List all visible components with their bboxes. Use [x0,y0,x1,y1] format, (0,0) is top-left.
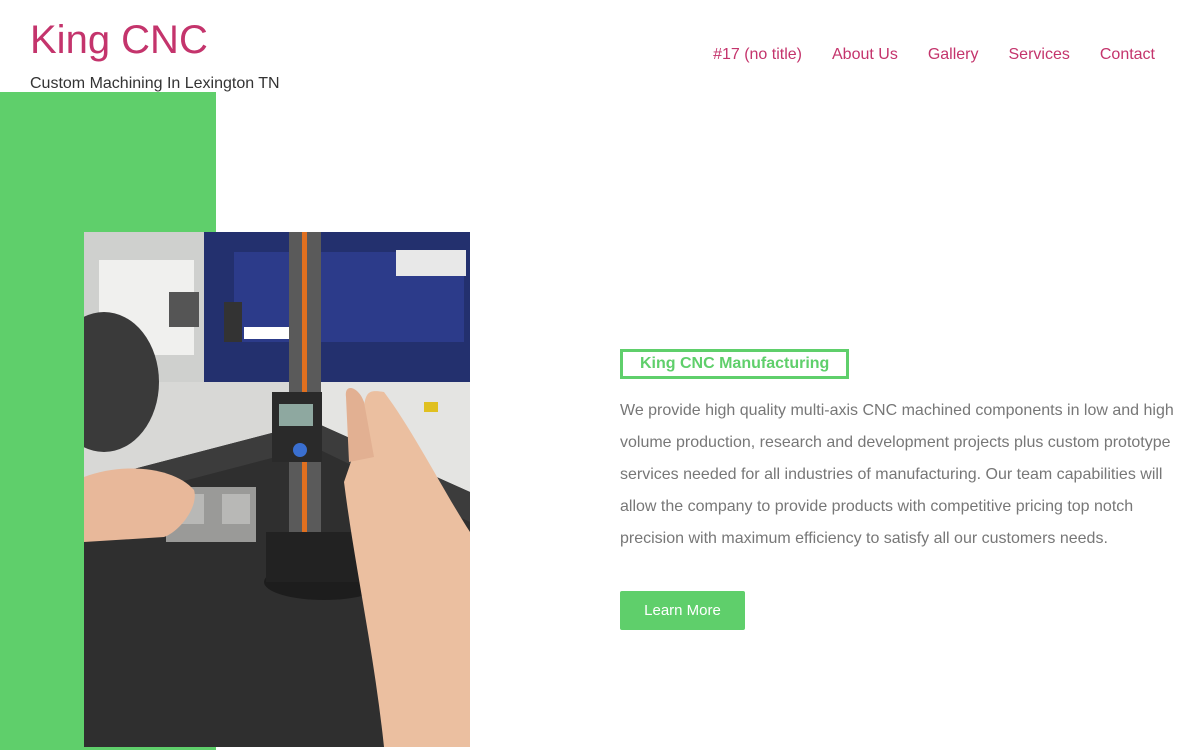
hero-heading: King CNC Manufacturing [620,349,850,379]
learn-more-button[interactable]: Learn More [620,591,745,630]
nav-item-services[interactable]: Services [1009,45,1070,65]
nav-item-untitled[interactable]: #17 (no title) [713,45,802,65]
main-nav: #17 (no title) About Us Gallery Services… [713,45,1155,65]
hero-photo-illustration [84,232,470,747]
hero-photo [84,232,470,747]
nav-item-gallery[interactable]: Gallery [928,45,979,65]
nav-item-about-us[interactable]: About Us [832,45,898,65]
hero-description: We provide high quality multi-axis CNC m… [620,402,1174,547]
site-title-link[interactable]: King CNC [30,16,208,64]
site-tagline: Custom Machining In Lexington TN [30,75,280,92]
nav-item-contact[interactable]: Contact [1100,45,1155,65]
page: King CNC Custom Machining In Lexington T… [0,0,1200,750]
